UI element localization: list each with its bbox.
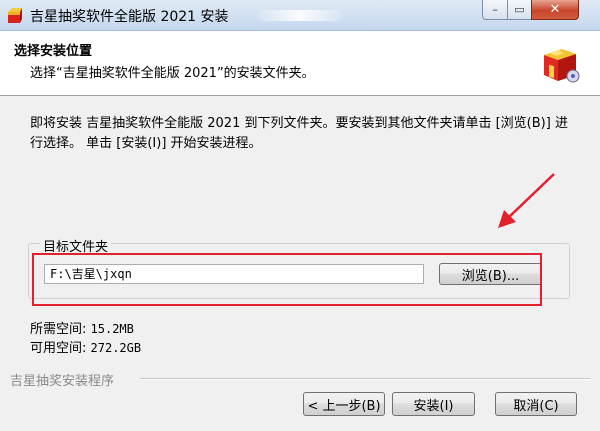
title-bar[interactable]: 吉星抽奖软件全能版 2021 安装 – ▭ ✕ <box>0 0 600 31</box>
page-title: 选择安装位置 <box>14 44 93 59</box>
page-subtitle: 选择“吉星抽奖软件全能版 2021”的安装文件夹。 <box>30 66 315 81</box>
required-space-label: 所需空间: <box>30 322 87 337</box>
footer-divider <box>140 378 590 380</box>
maximize-button[interactable]: ▭ <box>507 0 532 20</box>
cancel-button[interactable]: 取消(C) <box>495 392 577 416</box>
header-panel: 选择安装位置 选择“吉星抽奖软件全能版 2021”的安装文件夹。 <box>0 31 600 96</box>
available-space-value: 272.2GB <box>90 341 142 355</box>
window-title: 吉星抽奖软件全能版 2021 安装 <box>30 9 229 25</box>
install-description: 即将安装 吉星抽奖软件全能版 2021 到下列文件夹。要安装到其他文件夹请单击 … <box>30 116 568 151</box>
available-space-label: 可用空间: <box>30 341 87 356</box>
installer-box-icon <box>544 49 580 83</box>
annotation-arrow-icon <box>498 173 555 228</box>
title-blur <box>258 10 342 21</box>
back-button[interactable]: < 上一步(B) <box>303 392 385 416</box>
installer-brand-label: 吉星抽奖安装程序 <box>10 370 119 389</box>
available-space: 可用空间: 272.2GB <box>30 337 141 356</box>
minimize-button[interactable]: – <box>482 0 508 20</box>
required-space-value: 15.2MB <box>90 322 134 336</box>
required-space: 所需空间: 15.2MB <box>30 318 134 337</box>
app-icon <box>8 8 22 23</box>
install-button[interactable]: 安装(I) <box>392 392 475 416</box>
close-button[interactable]: ✕ <box>531 0 579 20</box>
annotation-highlight-box <box>32 253 542 306</box>
installer-window: 吉星抽奖软件全能版 2021 安装 – ▭ ✕ 选择安装位置 选择“吉星抽奖软件… <box>0 0 600 431</box>
